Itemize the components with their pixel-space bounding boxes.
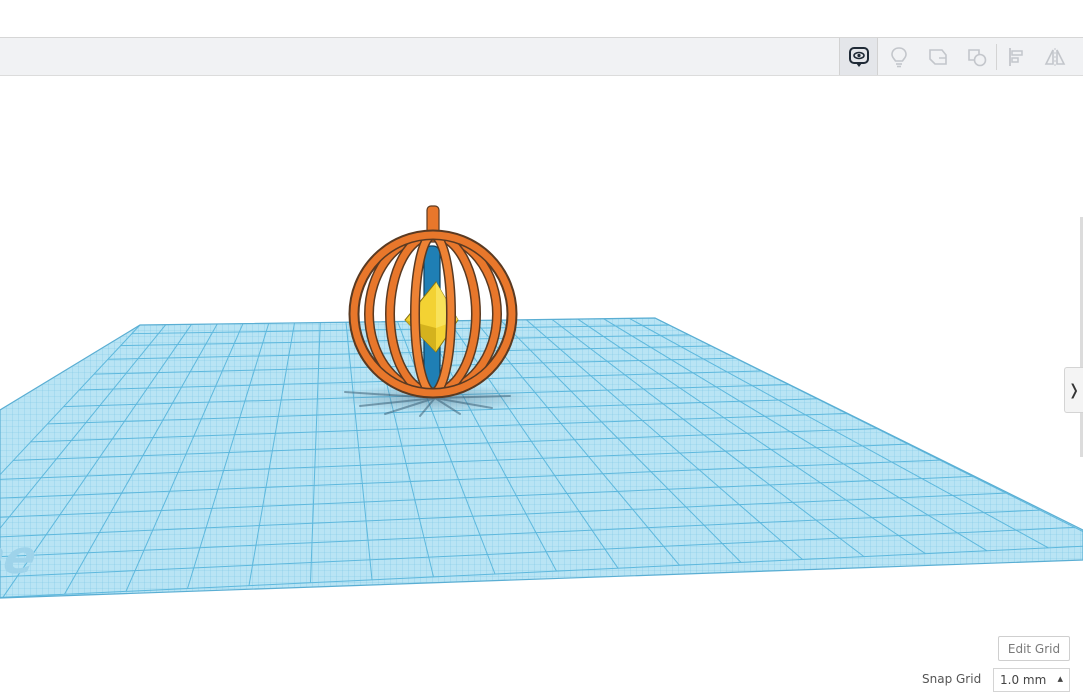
panel-toggle-button[interactable]: ❭ (1064, 367, 1083, 413)
ungroup-button[interactable] (957, 38, 996, 75)
align-button[interactable] (996, 38, 1035, 75)
snap-grid-label: Snap Grid (922, 672, 982, 686)
lightbulb-icon (889, 46, 909, 68)
top-bar (0, 0, 1083, 38)
group-icon (927, 46, 949, 68)
edit-grid-button[interactable]: Edit Grid (998, 636, 1070, 661)
caret-icon: ▴ (1057, 672, 1063, 685)
ungroup-icon (966, 46, 988, 68)
tinkercad-editor: kplane ❭ Edit Grid Snap Grid 1.0 mm ▴ (0, 0, 1083, 698)
snap-grid-value: 1.0 mm (1000, 673, 1047, 687)
mirror-button[interactable] (1035, 38, 1074, 75)
show-all-icon (848, 46, 870, 68)
notes-button[interactable] (879, 38, 918, 75)
align-icon (1006, 46, 1026, 68)
snap-grid-select[interactable]: 1.0 mm ▴ (993, 668, 1070, 692)
edit-toolbar (0, 38, 1083, 76)
ornament-pendant[interactable] (348, 205, 518, 399)
mirror-icon (1044, 46, 1066, 68)
workplane[interactable]: kplane (0, 300, 1083, 620)
scene-canvas[interactable]: kplane (0, 77, 1083, 698)
group-button[interactable] (918, 38, 957, 75)
3d-viewport[interactable]: kplane (0, 77, 1083, 698)
show-all-button[interactable] (839, 38, 878, 75)
chevron-right-icon: ❭ (1067, 381, 1081, 399)
